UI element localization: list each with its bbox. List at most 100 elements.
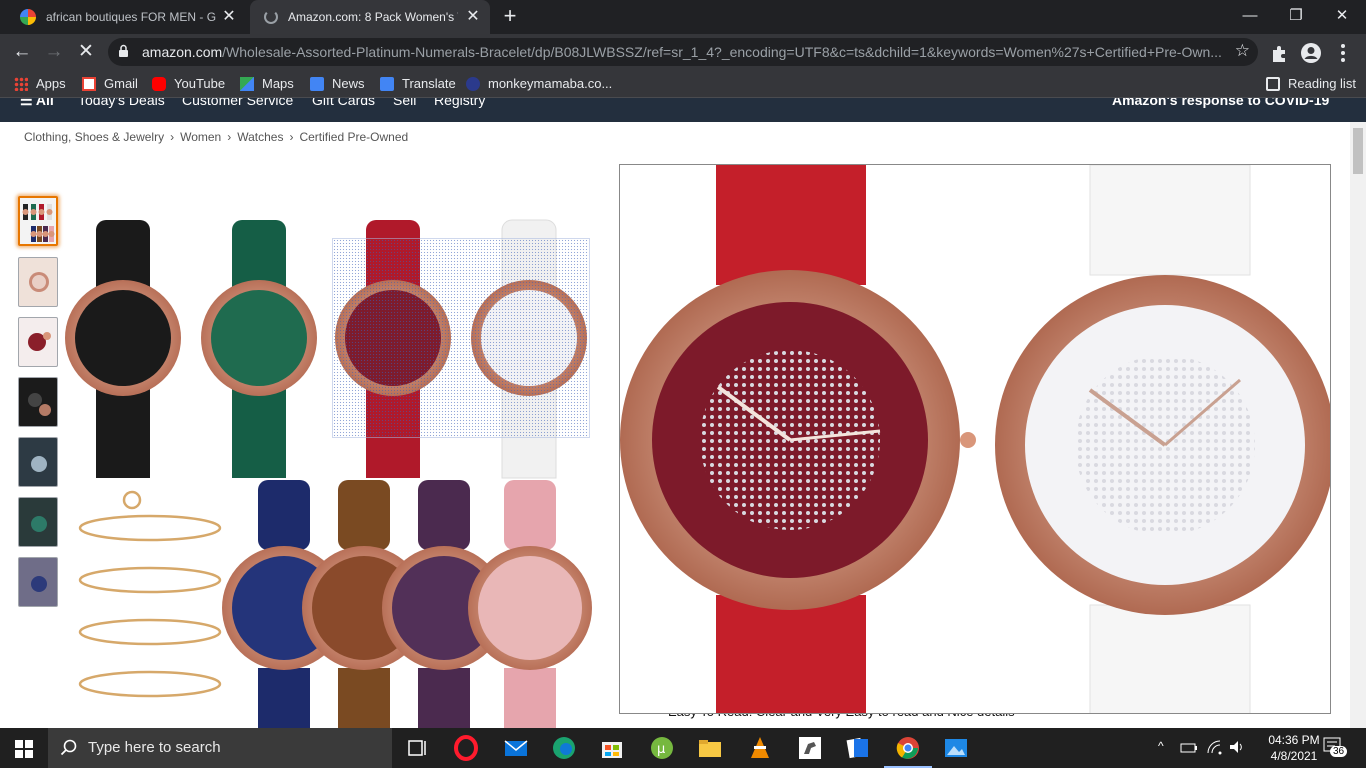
thumbnail-5[interactable] <box>18 437 58 487</box>
nav-customer-service[interactable]: Customer Service <box>182 98 293 108</box>
forward-button[interactable]: → <box>42 40 66 64</box>
chrome-icon[interactable] <box>884 734 932 768</box>
battery-icon[interactable] <box>1180 740 1198 756</box>
volume-icon[interactable] <box>1228 739 1246 755</box>
tab-title: Amazon.com: 8 Pack Women's W <box>288 10 458 24</box>
thumbnail-6[interactable] <box>18 497 58 547</box>
profile-avatar-icon[interactable] <box>1300 42 1322 64</box>
file-explorer-icon[interactable] <box>696 734 724 762</box>
apps-grid-icon <box>14 76 28 91</box>
bookmark-gmail[interactable]: Gmail <box>82 76 138 91</box>
new-tab-button[interactable]: + <box>498 4 522 28</box>
nav-registry[interactable]: Registry <box>434 98 485 108</box>
chevron-right-icon: › <box>170 130 175 144</box>
chevron-up-icon[interactable]: ^ <box>1158 739 1164 753</box>
nav-todays-deals[interactable]: Today's Deals <box>78 98 165 108</box>
restore-button[interactable]: ❐ <box>1276 4 1316 28</box>
windows-taskbar: Type here to search µ ^ 04:36 PM 4/8/202… <box>0 728 1366 768</box>
solitaire-icon[interactable] <box>844 734 872 762</box>
wifi-icon[interactable] <box>1206 739 1224 755</box>
utorrent-icon[interactable]: µ <box>648 734 676 762</box>
page-scrollbar[interactable] <box>1350 122 1366 728</box>
thumbnail-1[interactable] <box>18 196 58 246</box>
game-dinosaur-icon[interactable] <box>796 734 824 762</box>
bookmark-label: Apps <box>36 76 66 91</box>
watch-green-thumbnail <box>31 516 47 532</box>
photos-icon[interactable] <box>942 734 970 762</box>
store-icon[interactable] <box>598 734 626 762</box>
reading-list-label: Reading list <box>1288 76 1356 91</box>
amazon-nav-bar: ☰ All Today's Deals Customer Service Gif… <box>0 98 1366 122</box>
minimize-button[interactable]: — <box>1230 4 1270 28</box>
thumbnail-3[interactable] <box>18 317 58 367</box>
thumbnail-7[interactable] <box>18 557 58 607</box>
notification-center-button[interactable]: 36 <box>1322 736 1350 760</box>
opera-icon[interactable] <box>452 734 480 762</box>
bookmarks-bar: Apps Gmail YouTube Maps News Translate m… <box>0 70 1366 98</box>
zoomed-watches-illustration <box>620 165 1330 713</box>
close-tab-icon[interactable]: ✕ <box>220 8 238 26</box>
bookmark-news[interactable]: News <box>310 76 365 91</box>
bookmark-label: Maps <box>262 76 294 91</box>
taskbar-search-box[interactable]: Type here to search <box>48 728 392 768</box>
tab-google-search[interactable]: african boutiques FOR MEN - Go ✕ <box>6 0 246 34</box>
watch-red-thumbnail <box>28 332 51 351</box>
breadcrumb: Clothing, Shoes & Jewelry › Women › Watches ›… <box>24 130 408 144</box>
scrollbar-thumb[interactable] <box>1353 128 1363 174</box>
url-text: amazon.com/Wholesale-Assorted-Platinum-N… <box>142 44 1222 60</box>
close-window-button[interactable]: ✕ <box>1322 4 1362 28</box>
url-path: /Wholesale-Assorted-Platinum-Numerals-Br… <box>222 44 1222 60</box>
zoom-preview-pane <box>619 164 1331 714</box>
bookmark-label: Gmail <box>104 76 138 91</box>
bookmark-monkeymamaba[interactable]: monkeymamaba.co... <box>466 76 612 91</box>
address-bar[interactable]: amazon.com/Wholesale-Assorted-Platinum-N… <box>108 38 1258 66</box>
notification-count-badge: 36 <box>1330 746 1348 757</box>
nav-all-menu[interactable]: ☰ All <box>20 98 54 109</box>
zoom-lens[interactable] <box>332 238 590 438</box>
mail-icon[interactable] <box>502 734 530 762</box>
news-icon <box>310 76 324 91</box>
breadcrumb-link[interactable]: Clothing, Shoes & Jewelry <box>24 130 164 144</box>
bookmark-label: News <box>332 76 365 91</box>
watch-wrist-thumbnail <box>31 456 47 472</box>
nav-gift-cards[interactable]: Gift Cards <box>312 98 375 108</box>
chrome-menu-icon[interactable] <box>1332 42 1354 64</box>
bookmark-star-icon[interactable]: ☆ <box>1235 41 1250 61</box>
bookmark-maps[interactable]: Maps <box>240 76 294 91</box>
windows-start-icon[interactable] <box>15 740 33 758</box>
breadcrumb-link[interactable]: Women <box>180 130 221 144</box>
bookmark-label: Translate <box>402 76 456 91</box>
thumbnail-2[interactable] <box>18 257 58 307</box>
edge-icon[interactable] <box>550 734 578 762</box>
vlc-icon[interactable] <box>746 734 774 762</box>
watch-navy-thumbnail <box>31 576 47 592</box>
nav-covid-response[interactable]: Amazon's response to COVID-19 <box>1112 98 1329 108</box>
bookmark-youtube[interactable]: YouTube <box>152 76 225 91</box>
loading-spinner-icon <box>264 10 278 24</box>
close-tab-icon[interactable]: ✕ <box>464 8 482 26</box>
breadcrumb-link[interactable]: Watches <box>237 130 283 144</box>
bookmark-translate[interactable]: Translate <box>380 76 456 91</box>
reading-list-button[interactable]: Reading list <box>1266 76 1356 91</box>
browser-toolbar: ← → ✕ amazon.com/Wholesale-Assorted-Plat… <box>0 34 1366 70</box>
stop-loading-button[interactable]: ✕ <box>74 40 98 64</box>
bookmark-label: monkeymamaba.co... <box>488 76 613 91</box>
url-host: amazon.com <box>142 44 223 60</box>
browser-tab-strip: african boutiques FOR MEN - Go ✕ Amazon.… <box>0 0 1366 34</box>
nav-sell[interactable]: Sell <box>393 98 416 108</box>
task-view-icon[interactable] <box>404 734 432 762</box>
back-button[interactable]: ← <box>10 40 34 64</box>
thumbnail-4[interactable] <box>18 377 58 427</box>
gmail-icon <box>82 76 96 91</box>
extensions-puzzle-icon[interactable] <box>1268 42 1290 64</box>
watch-set-thumbnail <box>22 204 55 242</box>
breadcrumb-link[interactable]: Certified Pre-Owned <box>299 130 408 144</box>
bookmark-apps[interactable]: Apps <box>14 76 66 91</box>
maps-icon <box>240 76 254 91</box>
lock-icon <box>119 44 128 57</box>
chevron-right-icon: › <box>227 130 232 144</box>
site-icon <box>466 76 480 91</box>
reading-list-icon <box>1266 76 1280 91</box>
tab-amazon[interactable]: Amazon.com: 8 Pack Women's W ✕ <box>250 0 490 34</box>
search-placeholder: Type here to search <box>88 739 221 756</box>
